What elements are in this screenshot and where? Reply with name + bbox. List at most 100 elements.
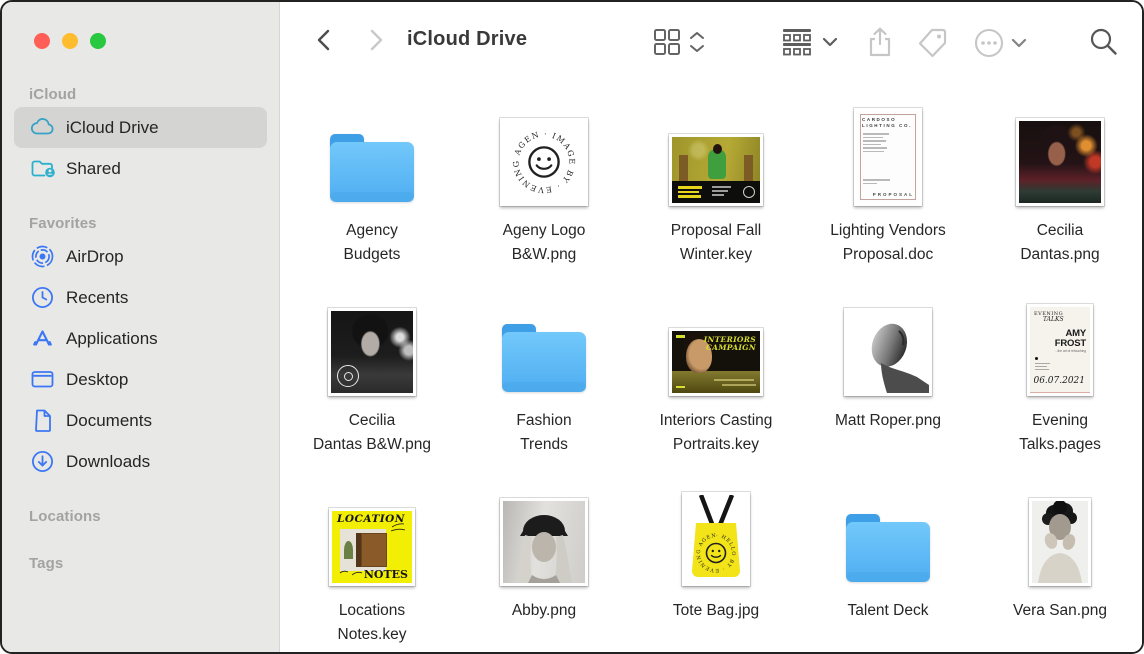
file-abby[interactable]: Abby.png xyxy=(458,486,630,654)
pages-masthead-italic: TALKS xyxy=(1043,316,1064,323)
slide-caption: NOTES xyxy=(364,568,408,581)
file-label: AgencyBudgets xyxy=(344,219,401,267)
sidebar-item-label: Downloads xyxy=(66,452,150,472)
sidebar: iCloud iCloud Drive Shared Favorites xyxy=(2,2,280,652)
image-thumbnail: · IMAGE BY · EVENING AGENCY xyxy=(500,118,588,206)
folder-icon xyxy=(326,106,418,206)
file-proposal-fall-winter[interactable]: Proposal FallWinter.key xyxy=(630,106,802,296)
file-ageny-logo[interactable]: · IMAGE BY · EVENING AGENCY Ageny LogoB&… xyxy=(458,106,630,296)
sidebar-item-label: Shared xyxy=(66,159,121,179)
sidebar-section-tags: Tags xyxy=(29,555,263,572)
keynote-thumbnail: LOCATION NOTES xyxy=(329,508,415,586)
sidebar-section-favorites: Favorites xyxy=(29,215,263,232)
minimize-button[interactable] xyxy=(62,33,78,49)
window-controls xyxy=(34,33,106,49)
back-button[interactable] xyxy=(312,26,338,54)
share-button[interactable] xyxy=(863,26,897,60)
pages-thumbnail: EVENING TALKS AMYFROST ...the art of ret… xyxy=(1027,304,1093,396)
window-title: iCloud Drive xyxy=(407,28,527,51)
pages-date: 06.07.2021 xyxy=(1033,376,1085,386)
clock-icon xyxy=(29,284,56,311)
sidebar-item-label: Documents xyxy=(66,411,152,431)
image-thumbnail xyxy=(328,308,416,396)
file-interiors-casting-portraits[interactable]: INTERIORSCAMPAIGN Interiors CastingPortr… xyxy=(630,296,802,486)
tag-button[interactable] xyxy=(916,26,950,60)
download-circle-icon xyxy=(29,448,56,475)
file-agency-budgets[interactable]: AgencyBudgets xyxy=(286,106,458,296)
shared-folder-icon xyxy=(29,155,56,182)
file-label: Talent Deck xyxy=(848,599,929,623)
file-label: CeciliaDantas B&W.png xyxy=(313,409,431,457)
sidebar-item-label: AirDrop xyxy=(66,247,124,267)
group-by-icon xyxy=(780,26,844,56)
search-button[interactable] xyxy=(1088,26,1120,58)
chevron-left-icon xyxy=(312,26,338,54)
group-by-button[interactable] xyxy=(780,26,844,56)
toolbar: iCloud Drive xyxy=(280,2,1142,80)
app-store-a-icon xyxy=(29,325,56,352)
sidebar-item-downloads[interactable]: Downloads xyxy=(14,441,267,482)
document-icon xyxy=(29,407,56,434)
document-thumbnail: CARDOSO LIGHTING CO. PROPOSAL xyxy=(854,108,922,206)
image-thumbnail xyxy=(500,498,588,586)
sidebar-item-recents[interactable]: Recents xyxy=(14,277,267,318)
doc-header-text: CARDOSO LIGHTING CO. xyxy=(862,117,912,129)
file-locations-notes[interactable]: LOCATION NOTES LocationsNotes.key xyxy=(286,486,458,654)
sidebar-item-icloud-drive[interactable]: iCloud Drive xyxy=(14,107,267,148)
file-label: Proposal FallWinter.key xyxy=(671,219,761,267)
keynote-thumbnail xyxy=(669,134,763,206)
pages-tagline: ...the art of retouching xyxy=(1055,349,1086,353)
sidebar-item-airdrop[interactable]: AirDrop xyxy=(14,236,267,277)
file-label: LocationsNotes.key xyxy=(338,599,407,647)
file-label: Matt Roper.png xyxy=(835,409,941,433)
doc-footer-text: PROPOSAL xyxy=(873,192,914,197)
image-thumbnail xyxy=(1016,118,1104,206)
file-lighting-vendors-proposal[interactable]: CARDOSO LIGHTING CO. PROPOSAL Lighting V… xyxy=(802,106,974,296)
sidebar-item-applications[interactable]: Applications xyxy=(14,318,267,359)
image-thumbnail xyxy=(1029,498,1091,586)
cloud-icon xyxy=(29,114,56,141)
grid-view-icon xyxy=(652,26,710,56)
file-vera-san[interactable]: Vera San.png xyxy=(974,486,1144,654)
file-label: Tote Bag.jpg xyxy=(673,599,759,623)
sidebar-item-shared[interactable]: Shared xyxy=(14,148,267,189)
more-actions-button[interactable] xyxy=(972,26,1030,60)
file-label: Vera San.png xyxy=(1013,599,1107,623)
view-picker-button[interactable] xyxy=(652,26,710,56)
file-label: Abby.png xyxy=(512,599,576,623)
file-grid: AgencyBudgets · IMAGE BY · EVENING AGENC… xyxy=(286,106,1144,654)
forward-button[interactable] xyxy=(362,26,388,54)
folder-icon xyxy=(498,296,590,396)
file-label: Lighting VendorsProposal.doc xyxy=(830,219,945,267)
file-fashion-trends[interactable]: FashionTrends xyxy=(458,296,630,486)
sidebar-item-documents[interactable]: Documents xyxy=(14,400,267,441)
sidebar-item-label: iCloud Drive xyxy=(66,118,159,138)
finder-window: iCloud iCloud Drive Shared Favorites xyxy=(0,0,1144,654)
file-evening-talks[interactable]: EVENING TALKS AMYFROST ...the art of ret… xyxy=(974,296,1144,486)
slide-title-line2: CAMPAIGN xyxy=(704,344,756,352)
file-label: CeciliaDantas.png xyxy=(1020,219,1099,267)
image-thumbnail xyxy=(844,308,932,396)
file-cecilia-dantas-bw[interactable]: CeciliaDantas B&W.png xyxy=(286,296,458,486)
ellipsis-circle-icon xyxy=(972,26,1030,60)
file-label: EveningTalks.pages xyxy=(1019,409,1101,457)
file-tote-bag[interactable]: · HELLO BY · EVENING AGENCY Tote Bag.jpg xyxy=(630,486,802,654)
search-icon xyxy=(1088,26,1120,58)
sidebar-item-label: Applications xyxy=(66,329,158,349)
zoom-button[interactable] xyxy=(90,33,106,49)
file-matt-roper[interactable]: Matt Roper.png xyxy=(802,296,974,486)
file-talent-deck[interactable]: Talent Deck xyxy=(802,486,974,654)
chevron-right-icon xyxy=(362,26,388,54)
file-label: Ageny LogoB&W.png xyxy=(503,219,586,267)
sidebar-item-desktop[interactable]: Desktop xyxy=(14,359,267,400)
sidebar-item-label: Desktop xyxy=(66,370,128,390)
sidebar-item-label: Recents xyxy=(66,288,128,308)
folder-icon xyxy=(842,486,934,586)
sidebar-section-locations: Locations xyxy=(29,508,263,525)
image-thumbnail: · HELLO BY · EVENING AGENCY xyxy=(682,492,750,586)
share-icon xyxy=(863,26,897,60)
desktop-icon xyxy=(29,366,56,393)
close-button[interactable] xyxy=(34,33,50,49)
file-label: FashionTrends xyxy=(516,409,571,457)
file-cecilia-dantas[interactable]: CeciliaDantas.png xyxy=(974,106,1144,296)
